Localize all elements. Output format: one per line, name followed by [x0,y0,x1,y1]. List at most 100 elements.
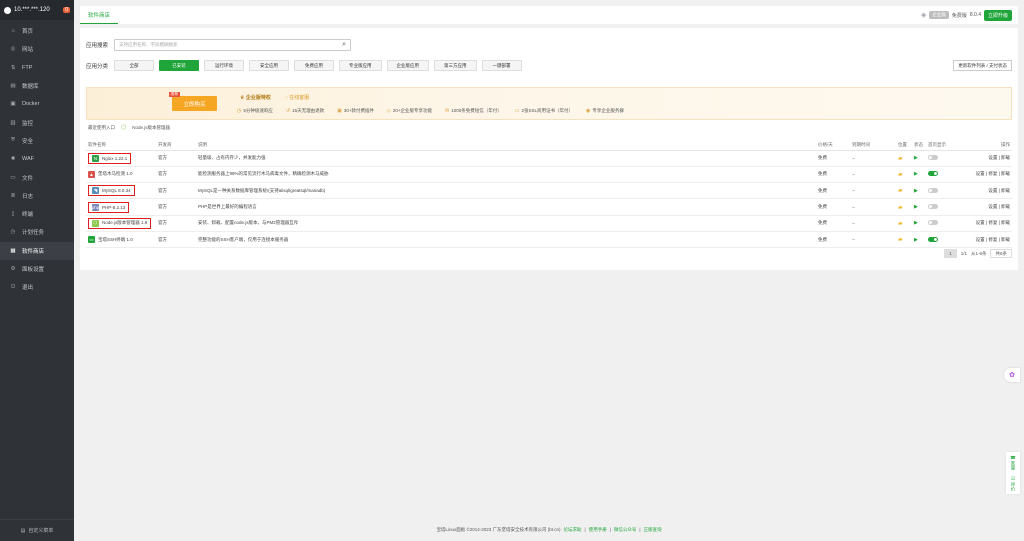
sidebar-item-terminal[interactable]: ▯ 终端 [0,205,74,223]
sidebar-item-shield[interactable]: ⛨ 安全 [0,132,74,150]
sidebar-item-label: Docker [22,101,40,108]
description-cell: 轻量级、占有内存少，并发能力强 [196,150,816,167]
page-current[interactable]: 1 [944,249,957,258]
review-button[interactable]: ☑ 评价 [1010,476,1016,491]
sidebar-item-folder[interactable]: ▭ 文件 [0,168,74,186]
category-button[interactable]: 第三方应用 [434,60,477,71]
waf-icon: ✺ [10,156,16,163]
status-cell: ▶ [912,150,926,167]
category-button[interactable]: 全部 [114,60,155,71]
category-button[interactable]: 企业版应用 [386,60,430,71]
search-row: 应用搜索 支持应用名称、字段模糊搜索 ⌕ [86,39,352,51]
sidebar-item-gear[interactable]: ⚙ 面板设置 [0,260,74,278]
sidebar-item-monitor[interactable]: ▥ 监控 [0,113,74,131]
sidebar-item-globe[interactable]: ◎ 网站 [0,40,74,58]
table-row: ◥ MySQL 8.0.34 官方 MySQL是一种关系数据库管理系统!(支持alis… [86,182,1012,200]
folder-icon[interactable]: ▰ [898,172,903,178]
folder-icon[interactable]: ▰ [898,205,903,211]
online-service-link[interactable]: ◌ 在线客服 [285,94,309,101]
operations-cell[interactable]: 设置 | 修复 | 卸载 [962,166,1012,184]
sidebar-item-label: 终端 [22,212,34,219]
folder-icon[interactable]: ▰ [898,188,903,194]
folder-icon[interactable]: ▰ [898,237,903,243]
software-name[interactable]: php PHP-8.2.13 [88,201,130,213]
footer-link[interactable]: 正版查询 [644,527,662,533]
sidebar-item-docker[interactable]: ▣ Docker [0,95,74,113]
footer-link[interactable]: 论坛求助 [564,527,582,533]
homepage-toggle[interactable] [928,220,938,226]
custom-menu-button[interactable]: ▤ 自定义菜单 [0,519,74,541]
category-button[interactable]: 已安装 [159,60,200,71]
play-icon[interactable]: ▶ [914,237,918,243]
software-name[interactable]: ⬡ Node.js版本管理器 1.9 [88,217,152,229]
operations-cell[interactable]: 设置 | 卸载 [962,198,1012,216]
sidebar-item-store[interactable]: ▦ 软件商店 [0,241,74,260]
description-cell: PHP是世界上最好的编程语言 [196,198,816,216]
customer-service-button[interactable]: ☎ 客服 [1010,455,1016,470]
footer-link[interactable]: 微信公众号 [614,527,637,533]
software-name-label: 宝塔SSH终端 1.0 [98,236,133,242]
menu-icon: ▤ [20,527,26,534]
sidebar-item-logout[interactable]: ⏻ 退出 [0,278,74,296]
sidebar-item-ftp[interactable]: ⇅ FTP [0,59,74,77]
folder-icon[interactable]: ▰ [898,156,903,162]
location-cell: ▰ [896,150,912,167]
category-button[interactable]: 安全应用 [249,60,290,71]
server-status-icon [4,6,11,14]
homepage-toggle[interactable] [928,171,938,177]
homepage-toggle[interactable] [928,187,938,193]
software-name[interactable]: N Nginx 1.22.1 [88,152,132,164]
play-icon[interactable]: ▶ [914,204,918,210]
banner-title: ♛ 企业版特权 ◌ 在线客服 [240,94,309,101]
recent-item-nodejs[interactable]: Node.js版本管理器 [132,125,170,131]
feature-label: 15天无理由退款 [292,108,325,113]
version-info: ◈ 企业版 免费版 8.0.4 立即升级 [921,9,1018,21]
folder-icon[interactable]: ▰ [898,221,903,227]
play-icon[interactable]: ▶ [914,188,918,194]
sidebar-item-waf[interactable]: ✺ WAF [0,150,74,168]
category-button[interactable]: 运行环境 [204,60,245,71]
category-button[interactable]: 免费应用 [294,60,335,71]
homepage-toggle[interactable] [928,155,938,161]
footer-separator: | [639,527,641,532]
assistant-icon[interactable]: ✿ [1004,368,1020,382]
sidebar-item-label: 退出 [22,285,34,292]
sidebar-item-database[interactable]: ▤ 数据库 [0,77,74,95]
tab-software-store[interactable]: 软件商店 [80,6,119,24]
buy-now-button[interactable]: 推荐 立即购买 [169,92,217,111]
search-icon[interactable]: ⌕ [342,41,346,49]
notification-badge[interactable]: 0 [63,7,70,13]
vip-badge[interactable]: 企业版 [929,11,949,19]
server-header[interactable]: 10.***.***.120 0 [0,0,74,20]
status-cell: ▶ [912,231,926,249]
page-range: 从1-6条 [970,250,987,256]
operations-cell[interactable]: 设置 | 卸载 [962,150,1012,167]
category-button[interactable]: 一键部署 [481,60,522,71]
location-cell: ▰ [896,231,912,249]
pagination: 1 1/1 从1-6条 共6条 [944,249,1012,258]
software-name[interactable]: ▭ 宝塔SSH终端 1.0 [88,236,154,244]
play-icon[interactable]: ▶ [914,171,918,177]
software-name[interactable]: ◥ MySQL 8.0.34 [88,185,135,197]
operations-cell[interactable]: 设置 | 修复 | 卸载 [962,215,1012,232]
software-name-cell: php PHP-8.2.13 [86,198,156,216]
homepage-toggle[interactable] [928,204,938,210]
sidebar-item-log[interactable]: ≣ 日志 [0,187,74,205]
nginx-icon: N [92,154,99,162]
monitor-icon: ▥ [10,119,16,126]
play-icon[interactable]: ▶ [914,155,918,161]
sidebar-item-home[interactable]: ⌂ 首页 [0,22,74,40]
software-name-cell: ◥ MySQL 8.0.34 [86,182,156,200]
search-input[interactable]: 支持应用名称、字段模糊搜索 ⌕ [114,39,352,51]
footer-link[interactable]: 使用手册 [589,527,607,533]
trojan-scan-icon: ▲ [88,170,95,178]
sidebar-item-clock[interactable]: ◷ 计划任务 [0,223,74,241]
homepage-toggle[interactable] [928,236,938,242]
operations-cell[interactable]: 设置 | 卸载 [962,182,1012,200]
upgrade-button[interactable]: 立即升级 [983,9,1012,21]
play-icon[interactable]: ▶ [914,220,918,226]
category-button[interactable]: 专业版应用 [339,60,382,71]
update-list-button[interactable]: 更新软件列表 / 支付状态 [953,60,1012,71]
software-name[interactable]: ▲ 堡塔木马检测 1.0 [88,170,154,178]
operations-cell[interactable]: 设置 | 修复 | 卸载 [962,231,1012,249]
